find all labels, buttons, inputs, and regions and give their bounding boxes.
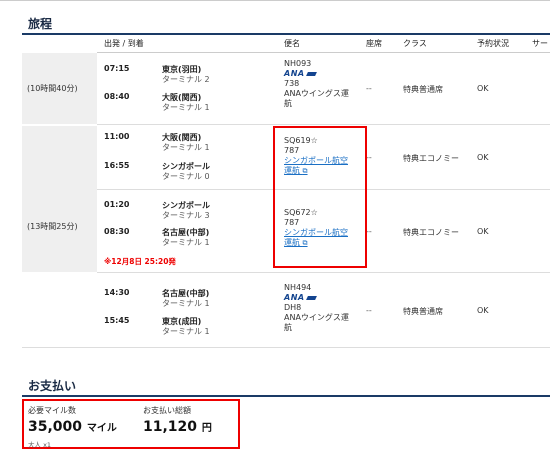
aircraft-type: DH8 xyxy=(284,303,302,312)
passenger-count: 大人 x1 xyxy=(28,441,52,449)
itinerary-title: 旅程 xyxy=(28,17,53,31)
arr-time: 15:45 xyxy=(104,316,130,325)
operator: ANAウイングス運 xyxy=(284,313,349,322)
booking-status: OK xyxy=(477,227,489,236)
arr-time: 08:40 xyxy=(104,92,130,101)
booking-status: OK xyxy=(477,84,489,93)
journey-2-duration: (13時間25分) xyxy=(27,222,78,231)
aircraft-type: 738 xyxy=(284,79,300,88)
header-service: サー xyxy=(532,39,548,48)
total-amount: 11,120 円 xyxy=(143,419,212,435)
dep-terminal: ターミナル 2 xyxy=(162,75,210,84)
dep-terminal: ターミナル 1 xyxy=(162,143,210,152)
flight-number: NH093 xyxy=(284,59,312,68)
itinerary-header-bar xyxy=(22,33,550,35)
row-divider xyxy=(97,272,550,273)
arr-time: 08:30 xyxy=(104,227,130,236)
ana-logo-icon: ANA xyxy=(284,69,316,78)
seat: -- xyxy=(366,84,372,93)
header-class: クラス xyxy=(403,39,427,48)
header-flight: 便名 xyxy=(284,39,300,48)
dep-time: 11:00 xyxy=(104,132,130,141)
fare-class: 特典エコノミー xyxy=(403,154,459,163)
dep-time: 14:30 xyxy=(104,288,130,297)
fare-class: 特典エコノミー xyxy=(403,228,459,237)
fare-class: 特典普通席 xyxy=(403,307,443,316)
payment-title: お支払い xyxy=(28,379,77,393)
arr-terminal: ターミナル 1 xyxy=(162,238,210,247)
departure-note: ※12月8日 25:20発 xyxy=(104,257,176,266)
header-seat: 座席 xyxy=(366,39,382,48)
journey-1-duration: (10時間40分) xyxy=(27,84,78,93)
booking-status: OK xyxy=(477,306,489,315)
payment-header-bar xyxy=(22,395,550,397)
miles-amount: 35,000 マイル xyxy=(28,419,117,435)
booking-status: OK xyxy=(477,153,489,162)
arr-terminal: ターミナル 1 xyxy=(162,327,210,336)
arr-time: 16:55 xyxy=(104,161,130,170)
dep-terminal: ターミナル 1 xyxy=(162,299,210,308)
dep-terminal: ターミナル 3 xyxy=(162,211,210,220)
highlight-box-flights xyxy=(273,126,367,268)
journey-2-cell xyxy=(22,126,97,272)
header-divider xyxy=(97,52,550,53)
operator-line-2: 航 xyxy=(284,99,292,108)
dep-time: 01:20 xyxy=(104,200,130,209)
operator: ANAウイングス運 xyxy=(284,89,349,98)
flight-number: NH494 xyxy=(284,283,312,292)
arr-terminal: ターミナル 0 xyxy=(162,172,210,181)
header-dep-arr: 出発 / 到着 xyxy=(104,39,144,48)
dep-time: 07:15 xyxy=(104,64,130,73)
seat: -- xyxy=(366,306,372,315)
table-bottom-divider xyxy=(22,347,550,348)
top-divider xyxy=(0,0,550,1)
fare-class: 特典普通席 xyxy=(403,85,443,94)
header-status: 予約状況 xyxy=(477,39,509,48)
operator-line-2: 航 xyxy=(284,323,292,332)
ana-logo-icon: ANA xyxy=(284,293,316,302)
row-divider xyxy=(97,124,550,125)
arr-terminal: ターミナル 1 xyxy=(162,103,210,112)
total-label: お支払い総額 xyxy=(143,406,191,415)
miles-label: 必要マイル数 xyxy=(28,406,76,415)
